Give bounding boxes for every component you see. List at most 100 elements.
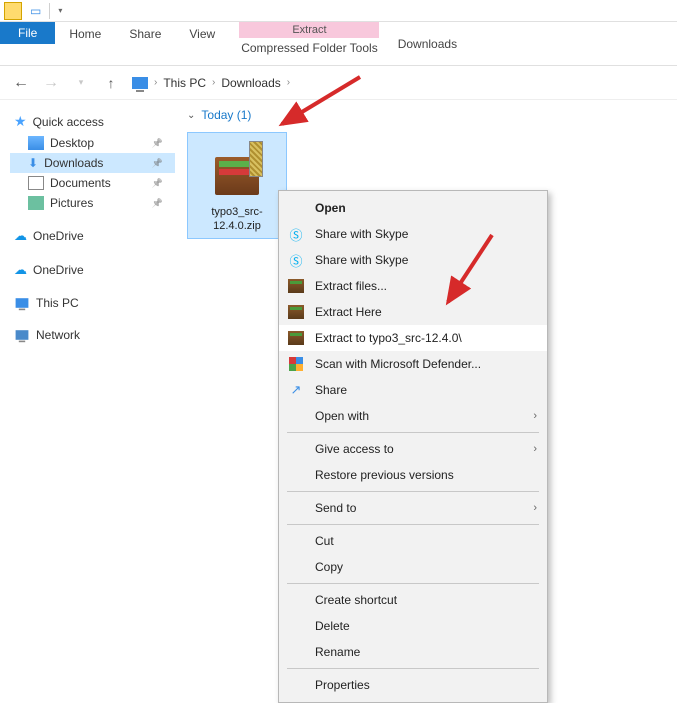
star-icon: ★: [14, 113, 27, 130]
separator: [287, 432, 539, 433]
network-icon: [16, 330, 29, 340]
ctx-copy[interactable]: Copy: [279, 554, 547, 580]
separator: [287, 583, 539, 584]
ctx-label: Open with: [315, 409, 523, 423]
ctx-label: Share with Skype: [315, 227, 537, 241]
separator: [287, 491, 539, 492]
chevron-down-icon: ⌄: [187, 110, 195, 121]
sidebar-downloads[interactable]: ⬇ Downloads: [10, 153, 175, 173]
sidebar-thispc[interactable]: This PC: [10, 293, 175, 313]
ctx-open-with[interactable]: Open with ›: [279, 403, 547, 429]
crumb-thispc[interactable]: This PC: [163, 76, 206, 90]
ribbon-tabs: File Home Share View: [0, 22, 229, 44]
ctx-label: Restore previous versions: [315, 468, 537, 482]
ctx-extract-to[interactable]: Extract to typo3_src-12.4.0\: [279, 325, 547, 351]
address-bar-row: ← → ▾ ↑ › This PC › Downloads ›: [0, 66, 677, 100]
navigation-pane: ★ Quick access Desktop ⬇ Downloads Docum…: [0, 100, 175, 645]
qat-btn[interactable]: ▭: [30, 4, 41, 18]
ctx-share-skype[interactable]: Ⓢ Share with Skype: [279, 221, 547, 247]
tab-view[interactable]: View: [175, 24, 229, 44]
tab-home[interactable]: Home: [55, 24, 115, 44]
explorer-icon: [4, 2, 22, 20]
window-title: Downloads: [384, 34, 471, 54]
file-item-zip[interactable]: typo3_src-12.4.0.zip: [187, 132, 287, 239]
zip-archive-icon: [207, 141, 267, 201]
submenu-arrow-icon: ›: [533, 410, 537, 422]
chevron-icon[interactable]: ›: [152, 77, 159, 88]
ctx-share[interactable]: ↗Share: [279, 377, 547, 403]
sidebar-onedrive[interactable]: ☁ OneDrive: [10, 225, 175, 247]
sidebar-item-label: Network: [36, 328, 80, 342]
ctx-cut[interactable]: Cut: [279, 528, 547, 554]
recent-dropdown[interactable]: ▾: [68, 70, 94, 96]
ctx-send-to[interactable]: Send to›: [279, 495, 547, 521]
up-button[interactable]: ↑: [98, 70, 124, 96]
share-icon: ↗: [287, 381, 305, 399]
sidebar-pictures[interactable]: Pictures: [10, 193, 175, 213]
back-button[interactable]: ←: [8, 70, 34, 96]
ctx-delete[interactable]: Delete: [279, 613, 547, 639]
ctx-label: Delete: [315, 619, 537, 633]
ctx-open[interactable]: Open: [279, 195, 547, 221]
crumb-downloads[interactable]: Downloads: [221, 76, 280, 90]
ctx-label: Copy: [315, 560, 537, 574]
shield-icon: [287, 355, 305, 373]
separator: [287, 668, 539, 669]
winrar-icon: [287, 303, 305, 321]
ctx-give-access[interactable]: Give access to ›: [279, 436, 547, 462]
ctx-label: Open: [315, 201, 537, 215]
ctx-share-skype[interactable]: Ⓢ Share with Skype: [279, 247, 547, 273]
tab-compressed-tools[interactable]: Compressed Folder Tools: [235, 38, 384, 58]
qat-dropdown[interactable]: ▾: [58, 6, 62, 15]
tab-file[interactable]: File: [0, 22, 55, 44]
ctx-create-shortcut[interactable]: Create shortcut: [279, 587, 547, 613]
sidebar-quick-access[interactable]: ★ Quick access: [10, 110, 175, 133]
sidebar-item-label: This PC: [36, 296, 79, 310]
sidebar-item-label: Pictures: [50, 196, 93, 210]
sidebar-network[interactable]: Network: [10, 325, 175, 345]
submenu-arrow-icon: ›: [533, 443, 537, 455]
ctx-label: Extract Here: [315, 305, 537, 319]
ctx-label: Give access to: [315, 442, 523, 456]
separator: [49, 3, 50, 19]
breadcrumb[interactable]: › This PC › Downloads ›: [128, 76, 669, 90]
ctx-extract-files[interactable]: Extract files...: [279, 273, 547, 299]
pc-icon: [16, 298, 29, 308]
ctx-label: Scan with Microsoft Defender...: [315, 357, 537, 371]
forward-button: →: [38, 70, 64, 96]
sidebar-documents[interactable]: Documents: [10, 173, 175, 193]
group-header-today[interactable]: ⌄ Today (1): [187, 108, 677, 122]
ctx-scan-defender[interactable]: Scan with Microsoft Defender...: [279, 351, 547, 377]
ctx-restore-versions[interactable]: Restore previous versions: [279, 462, 547, 488]
sidebar-item-label: OneDrive: [33, 229, 84, 243]
skype-icon: Ⓢ: [287, 251, 305, 269]
skype-icon: Ⓢ: [287, 225, 305, 243]
ctx-label: Properties: [315, 678, 537, 692]
desktop-icon: [28, 136, 44, 150]
sidebar-item-label: Documents: [50, 176, 111, 190]
separator: [287, 524, 539, 525]
ctx-rename[interactable]: Rename: [279, 639, 547, 665]
cloud-icon: ☁: [14, 262, 27, 278]
sidebar-item-label: Downloads: [44, 156, 103, 170]
ctx-extract-here[interactable]: Extract Here: [279, 299, 547, 325]
contextual-tab-group: Extract Compressed Folder Tools: [235, 22, 384, 65]
contextual-tab-header: Extract: [239, 22, 379, 38]
winrar-icon: [287, 277, 305, 295]
ctx-label: Extract to typo3_src-12.4.0\: [315, 331, 537, 345]
cloud-icon: ☁: [14, 228, 27, 244]
sidebar-onedrive[interactable]: ☁ OneDrive: [10, 259, 175, 281]
pictures-icon: [28, 196, 44, 210]
chevron-icon[interactable]: ›: [285, 77, 292, 88]
tab-share[interactable]: Share: [115, 24, 175, 44]
sidebar-desktop[interactable]: Desktop: [10, 133, 175, 153]
winrar-icon: [287, 329, 305, 347]
ctx-properties[interactable]: Properties: [279, 672, 547, 698]
chevron-icon[interactable]: ›: [210, 77, 217, 88]
document-icon: [28, 176, 44, 190]
group-label: Today (1): [201, 108, 251, 122]
ribbon: File Home Share View Extract Compressed …: [0, 22, 677, 66]
ctx-label: Share with Skype: [315, 253, 537, 267]
ctx-label: Extract files...: [315, 279, 537, 293]
ctx-label: Cut: [315, 534, 537, 548]
